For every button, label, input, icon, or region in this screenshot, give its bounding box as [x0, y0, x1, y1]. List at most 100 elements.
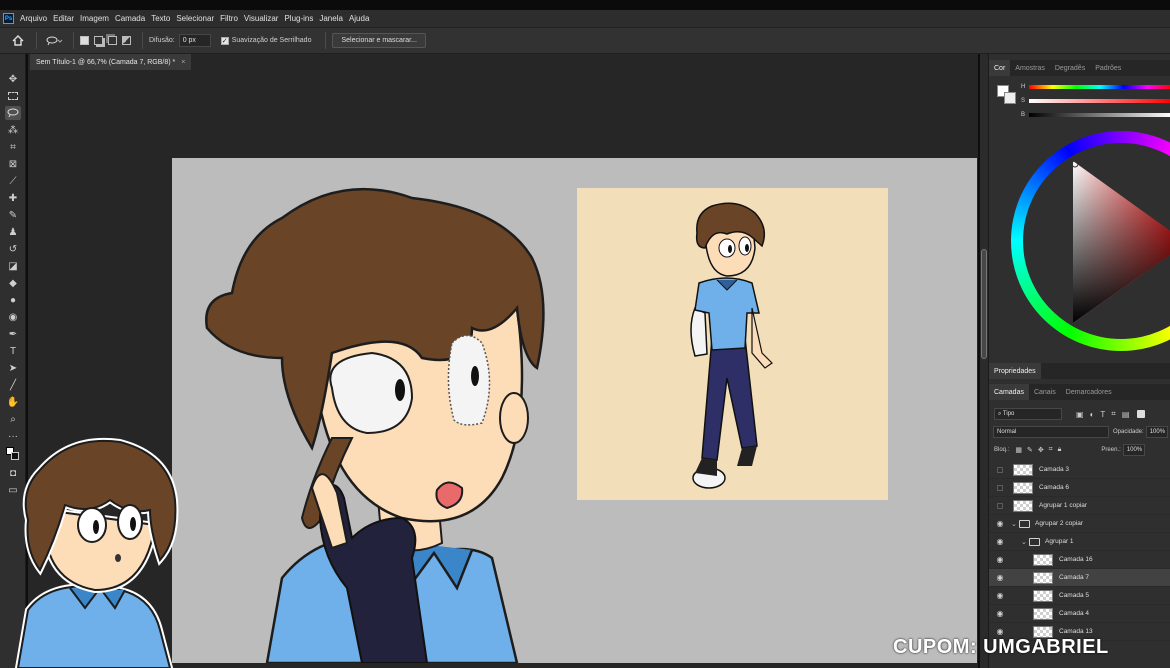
- layer-row[interactable]: ◉ Camada 5: [989, 587, 1170, 605]
- opacity-input[interactable]: 100%: [1145, 426, 1168, 438]
- filter-pixel-icon[interactable]: ▣: [1076, 410, 1084, 419]
- layer-name: Camada 5: [1059, 592, 1089, 599]
- tab-degrades[interactable]: Degradês: [1050, 60, 1090, 76]
- lock-all-icon[interactable]: 🔒︎: [1058, 446, 1062, 454]
- fill-input[interactable]: 100%: [1122, 444, 1145, 456]
- layer-row[interactable]: ◉ Camada 4: [989, 605, 1170, 623]
- add-selection-icon[interactable]: [94, 36, 103, 45]
- antialias-checkbox[interactable]: ✓: [220, 36, 229, 45]
- hand-icon[interactable]: ✋: [5, 395, 21, 409]
- hidden-visibility-icon[interactable]: [997, 502, 1003, 509]
- zoom-icon[interactable]: ⌕: [5, 412, 21, 426]
- menu-texto[interactable]: Texto: [151, 14, 170, 23]
- color-wheel[interactable]: [1011, 131, 1170, 353]
- tab-canais[interactable]: Canais: [1029, 384, 1061, 400]
- lasso-icon[interactable]: [5, 106, 21, 120]
- slider-label-b: B: [1021, 112, 1026, 118]
- layer-filter-select[interactable]: ⌕ Tipo: [994, 408, 1062, 420]
- menu-plugins[interactable]: Plug-ins: [284, 14, 313, 23]
- tab-camadas[interactable]: Camadas: [989, 384, 1029, 400]
- brush-icon[interactable]: ✎: [5, 208, 21, 222]
- lock-artboard-icon[interactable]: ⌗: [1049, 446, 1053, 454]
- fg-bg-swatch[interactable]: [997, 85, 1017, 105]
- tab-demarcadores[interactable]: Demarcadores: [1061, 384, 1117, 400]
- eye-icon[interactable]: ◉: [995, 573, 1005, 582]
- brightness-slider[interactable]: [1029, 113, 1170, 117]
- layer-row[interactable]: Agrupar 1 copiar: [989, 497, 1170, 515]
- line-icon[interactable]: ╱: [5, 378, 21, 392]
- filter-shape-icon[interactable]: ⌗: [1111, 409, 1116, 419]
- canvas-vertical-scrollbar[interactable]: [980, 54, 988, 668]
- document-tab[interactable]: Sem Título-1 @ 66,7% (Camada 7, RGB/8) *…: [30, 54, 192, 70]
- dodge-icon[interactable]: ◉: [5, 310, 21, 324]
- eye-icon[interactable]: ◉: [995, 519, 1005, 528]
- hue-slider[interactable]: [1029, 85, 1170, 89]
- menu-selecionar[interactable]: Selecionar: [176, 14, 214, 23]
- menu-filtro[interactable]: Filtro: [220, 14, 238, 23]
- close-tab-icon[interactable]: ×: [181, 59, 185, 66]
- hidden-visibility-icon[interactable]: [997, 466, 1003, 473]
- layer-row[interactable]: ◉ ⌄ Agrupar 1: [989, 533, 1170, 551]
- filter-adjust-icon[interactable]: ◐: [1090, 410, 1095, 419]
- path-select-icon[interactable]: ➤: [5, 361, 21, 375]
- type-icon[interactable]: T: [5, 344, 21, 358]
- eye-icon[interactable]: ◉: [995, 555, 1005, 564]
- home-icon[interactable]: [6, 32, 30, 49]
- lock-pixels-icon[interactable]: ▦: [1015, 446, 1022, 454]
- chevron-down-icon[interactable]: ⌄: [1011, 520, 1017, 528]
- marquee-icon[interactable]: [5, 89, 21, 103]
- menu-janela[interactable]: Janela: [319, 14, 343, 23]
- new-selection-icon[interactable]: [80, 36, 89, 45]
- tab-amostras[interactable]: Amostras: [1010, 60, 1050, 76]
- menu-arquivo[interactable]: Arquivo: [20, 14, 47, 23]
- filter-type-icon[interactable]: T: [1100, 410, 1105, 419]
- blend-mode-select[interactable]: Normal: [993, 426, 1109, 438]
- tab-propriedades[interactable]: Propriedades: [989, 363, 1041, 379]
- lasso-preset-icon[interactable]: [43, 32, 67, 49]
- menu-camada[interactable]: Camada: [115, 14, 145, 23]
- eye-icon[interactable]: ◉: [995, 537, 1005, 546]
- bucket-icon[interactable]: ◆: [5, 276, 21, 290]
- eyedropper-icon[interactable]: ⟋: [5, 174, 21, 188]
- healing-icon[interactable]: ✚: [5, 191, 21, 205]
- layer-thumbnail: [1033, 571, 1053, 584]
- layer-row[interactable]: ◉ ⌄ Agrupar 2 copiar: [989, 515, 1170, 533]
- lock-paint-icon[interactable]: ✎: [1027, 446, 1033, 454]
- hidden-visibility-icon[interactable]: [997, 484, 1003, 491]
- layer-row[interactable]: Camada 6: [989, 479, 1170, 497]
- chevron-down-icon[interactable]: ⌄: [1021, 538, 1027, 546]
- eye-icon[interactable]: ◉: [995, 591, 1005, 600]
- photoshop-logo-icon[interactable]: Ps: [3, 13, 14, 24]
- eye-icon[interactable]: ◉: [995, 627, 1005, 636]
- history-brush-icon[interactable]: ↺: [5, 242, 21, 256]
- filter-smart-icon[interactable]: ▤: [1122, 410, 1130, 419]
- layer-name: Camada 4: [1059, 610, 1089, 617]
- select-and-mask-button[interactable]: Selecionar e mascarar...: [332, 33, 426, 48]
- tab-cor[interactable]: Cor: [989, 60, 1011, 76]
- tab-padroes[interactable]: Padrões: [1090, 60, 1126, 76]
- move-icon[interactable]: ✥: [5, 72, 21, 86]
- eraser-icon[interactable]: ◪: [5, 259, 21, 273]
- subtract-selection-icon[interactable]: [108, 36, 117, 45]
- eye-icon[interactable]: ◉: [995, 609, 1005, 618]
- magic-wand-icon[interactable]: ⁂: [5, 123, 21, 137]
- saturation-slider[interactable]: [1029, 99, 1170, 103]
- frame-icon[interactable]: ⊠: [5, 157, 21, 171]
- intersect-selection-icon[interactable]: [122, 36, 131, 45]
- menu-editar[interactable]: Editar: [53, 14, 74, 23]
- folder-icon: [1029, 537, 1040, 546]
- feather-input[interactable]: 0 px: [178, 34, 211, 47]
- stamp-icon[interactable]: ♟: [5, 225, 21, 239]
- layer-row[interactable]: ◉ Camada 7: [989, 569, 1170, 587]
- scrollbar-thumb[interactable]: [981, 249, 987, 359]
- menu-visualizar[interactable]: Visualizar: [244, 14, 279, 23]
- menu-ajuda[interactable]: Ajuda: [349, 14, 369, 23]
- menu-imagem[interactable]: Imagem: [80, 14, 109, 23]
- crop-icon[interactable]: ⌗: [5, 140, 21, 154]
- lock-move-icon[interactable]: ✥: [1038, 446, 1044, 454]
- layer-row[interactable]: Camada 3: [989, 461, 1170, 479]
- layer-row[interactable]: ◉ Camada 16: [989, 551, 1170, 569]
- pen-icon[interactable]: ✒: [5, 327, 21, 341]
- blur-icon[interactable]: ●: [5, 293, 21, 307]
- filter-toggle-icon[interactable]: [1137, 410, 1146, 418]
